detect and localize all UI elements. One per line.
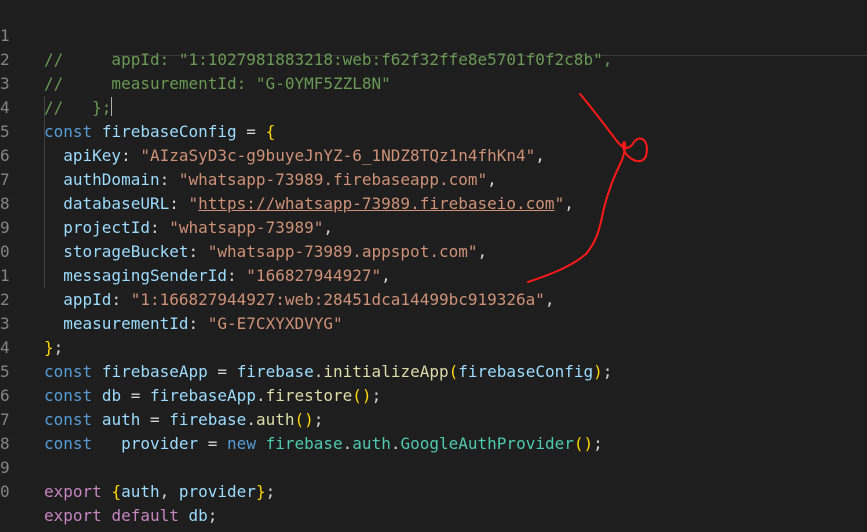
semicolon: ; xyxy=(265,482,276,501)
brace: { xyxy=(111,482,122,501)
code-line-4[interactable]: 4 const firebaseConfig = { xyxy=(0,72,867,141)
keyword-default: default xyxy=(111,506,179,525)
code-line-12[interactable]: 2 measurementId: "G-E7CXYXDVYG" xyxy=(0,264,867,333)
line-number: 0 xyxy=(0,482,10,501)
export-name: auth xyxy=(121,482,160,501)
semicolon: ; xyxy=(207,506,218,525)
code-line-5[interactable]: 5 apiKey: "AIzaSyD3c-g9buyeJnYZ-6_1NDZ8T… xyxy=(0,96,867,165)
code-editor[interactable]: 1 // appId: "1:1027981883218:web:f62f32f… xyxy=(0,0,867,532)
code-line-1[interactable]: 1 // appId: "1:1027981883218:web:f62f32f… xyxy=(0,0,867,69)
code-line-9[interactable]: 9 storageBucket: "whatsapp-73989.appspot… xyxy=(0,192,867,261)
code-line-3[interactable]: 3 // }; xyxy=(0,48,867,117)
keyword-export: export xyxy=(44,506,102,525)
brace: } xyxy=(255,482,266,501)
code-line-19[interactable]: 9 export {auth, provider}; xyxy=(0,432,867,501)
code-line-20[interactable]: 0 export default db; xyxy=(0,456,867,525)
comma: , xyxy=(159,482,179,501)
code-line-6[interactable]: 6 authDomain: "whatsapp-73989.firebaseap… xyxy=(0,120,867,189)
code-line-18[interactable]: 8 xyxy=(0,408,867,453)
code-line-2[interactable]: 2 // measurementId: "G-0YMF5ZZL8N" xyxy=(0,24,867,93)
code-line-8[interactable]: 8 projectId: "whatsapp-73989", xyxy=(0,168,867,237)
code-line-17[interactable]: 7 const provider = new firebase.auth.Goo… xyxy=(0,384,867,453)
code-line-7[interactable]: 7 databaseURL: "https://whatsapp-73989.f… xyxy=(0,144,867,213)
code-line-11[interactable]: 1 appId: "1:166827944927:web:28451dca144… xyxy=(0,240,867,309)
identifier: db xyxy=(188,506,208,525)
keyword-export: export xyxy=(44,482,102,501)
code-line-15[interactable]: 5 const db = firebaseApp.firestore(); xyxy=(0,336,867,405)
code-line-16[interactable]: 6 const auth = firebase.auth(); xyxy=(0,360,867,429)
code-line-10[interactable]: 0 messagingSenderId: "166827944927", xyxy=(0,216,867,285)
code-line-13[interactable]: 3 }; xyxy=(0,288,867,357)
export-name: provider xyxy=(178,482,256,501)
code-line-14[interactable]: 4 const firebaseApp = firebase.initializ… xyxy=(0,312,867,381)
